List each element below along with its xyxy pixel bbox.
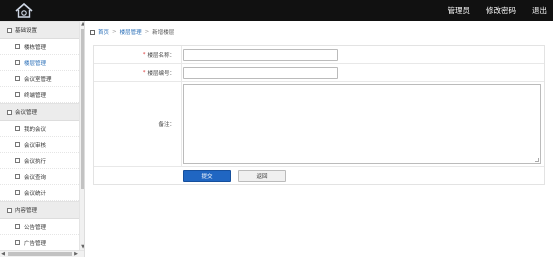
breadcrumb-home-icon — [90, 29, 95, 35]
back-button[interactable]: 返回 — [238, 169, 286, 182]
item-square-icon — [15, 142, 20, 147]
sidebar-group-basic-settings[interactable]: 基础设置 — [0, 21, 79, 39]
change-password-link[interactable]: 修改密码 — [486, 5, 516, 16]
home-logo-icon[interactable] — [14, 1, 34, 20]
floor-name-input[interactable] — [183, 48, 338, 61]
sidebar-item-label: 楼层管理 — [24, 60, 47, 67]
item-square-icon — [15, 126, 20, 131]
group-square-icon — [7, 207, 12, 213]
remark-textarea[interactable] — [183, 84, 541, 164]
sidebar-item-meeting-query[interactable]: 会议查询 — [0, 169, 79, 185]
sidebar-item-ads[interactable]: 广告管理 — [0, 235, 79, 251]
sidebar-group-label: 内容管理 — [15, 208, 38, 214]
required-mark: * — [142, 51, 146, 58]
floor-code-input[interactable] — [183, 66, 338, 79]
top-bar: 管理员 修改密码 退出 — [0, 0, 553, 21]
item-square-icon — [15, 240, 20, 245]
admin-user-link[interactable]: 管理员 — [448, 5, 471, 16]
item-square-icon — [15, 92, 20, 97]
item-square-icon — [15, 174, 20, 179]
actions-spacer — [94, 167, 182, 184]
form-row-floor-code: * 楼层编号： — [94, 64, 544, 82]
main-content: 首页 > 楼层管理 > 新增楼层 * 楼层名称： * 楼层编号： 备注： 提交 … — [85, 21, 553, 257]
sidebar-item-meeting-statistics[interactable]: 会议统计 — [0, 185, 79, 201]
breadcrumb: 首页 > 楼层管理 > 新增楼层 — [90, 28, 174, 36]
sidebar-item-terminal[interactable]: 终端管理 — [0, 87, 79, 103]
sidebar-group-label: 基础设置 — [15, 28, 38, 34]
floor-name-label-text: 楼层名称： — [147, 52, 175, 59]
sidebar-item-label: 会议室管理 — [24, 76, 52, 83]
item-square-icon — [15, 44, 20, 49]
remark-label: 备注： — [94, 82, 182, 166]
breadcrumb-parent-link[interactable]: 楼层管理 — [120, 28, 142, 36]
sidebar-item-label: 会议统计 — [24, 190, 47, 197]
sidebar-item-label: 公告管理 — [24, 224, 47, 231]
sidebar-item-label: 楼栋管理 — [24, 44, 47, 51]
sidebar-item-label: 会议执行 — [24, 158, 47, 165]
sidebar-item-label: 广告管理 — [24, 240, 47, 247]
floor-code-label-text: 楼层编号： — [147, 70, 175, 77]
sidebar-item-meeting-execution[interactable]: 会议执行 — [0, 153, 79, 169]
sidebar-item-building[interactable]: 楼栋管理 — [0, 39, 79, 55]
submit-button[interactable]: 提交 — [183, 169, 231, 182]
scroll-right-arrow-icon[interactable]: ▶ — [73, 251, 79, 257]
sidebar-item-label: 我的会议 — [24, 126, 47, 133]
group-square-icon — [7, 27, 12, 33]
add-floor-form: * 楼层名称： * 楼层编号： 备注： 提交 返回 — [93, 45, 545, 185]
sidebar-group-meeting-management[interactable]: 会议管理 — [0, 103, 79, 121]
floor-code-label: * 楼层编号： — [94, 64, 182, 81]
sidebar-item-label: 会议审核 — [24, 142, 47, 149]
resize-grip-icon[interactable] — [535, 158, 539, 162]
sidebar-item-meeting-room[interactable]: 会议室管理 — [0, 71, 79, 87]
group-square-icon — [7, 109, 12, 115]
sidebar-item-label: 终端管理 — [24, 92, 47, 99]
floor-name-label: * 楼层名称： — [94, 46, 182, 63]
sidebar-group-label: 会议管理 — [15, 110, 38, 116]
item-square-icon — [15, 190, 20, 195]
form-row-actions: 提交 返回 — [94, 167, 544, 184]
sidebar-item-my-meetings[interactable]: 我的会议 — [0, 121, 79, 137]
breadcrumb-separator: > — [112, 29, 117, 35]
scroll-left-arrow-icon[interactable]: ◀ — [0, 251, 6, 257]
scrollbar-thumb[interactable] — [8, 252, 72, 256]
form-row-floor-name: * 楼层名称： — [94, 46, 544, 64]
item-square-icon — [15, 76, 20, 81]
remark-label-text: 备注： — [158, 122, 175, 128]
sidebar-horizontal-scrollbar[interactable]: ◀ ▶ — [0, 250, 84, 257]
sidebar-item-meeting-review[interactable]: 会议审核 — [0, 137, 79, 153]
sidebar-item-announcements[interactable]: 公告管理 — [0, 219, 79, 235]
required-mark: * — [142, 69, 146, 76]
item-square-icon — [15, 224, 20, 229]
top-nav: 管理员 修改密码 退出 — [448, 0, 548, 21]
item-square-icon — [15, 158, 20, 163]
breadcrumb-home-link[interactable]: 首页 — [98, 28, 109, 36]
item-square-icon — [15, 60, 20, 65]
breadcrumb-separator: > — [144, 29, 150, 35]
sidebar-item-label: 会议查询 — [24, 174, 47, 181]
breadcrumb-current: 新增楼层 — [152, 30, 175, 36]
logout-link[interactable]: 退出 — [532, 5, 547, 16]
sidebar: 基础设置 楼栋管理 楼层管理 会议室管理 终端管理 会议管理 我的会议 会议审核… — [0, 21, 85, 257]
sidebar-group-content-management[interactable]: 内容管理 — [0, 201, 79, 219]
sidebar-item-floor[interactable]: 楼层管理 — [0, 55, 79, 71]
form-row-remark: 备注： — [94, 82, 544, 167]
